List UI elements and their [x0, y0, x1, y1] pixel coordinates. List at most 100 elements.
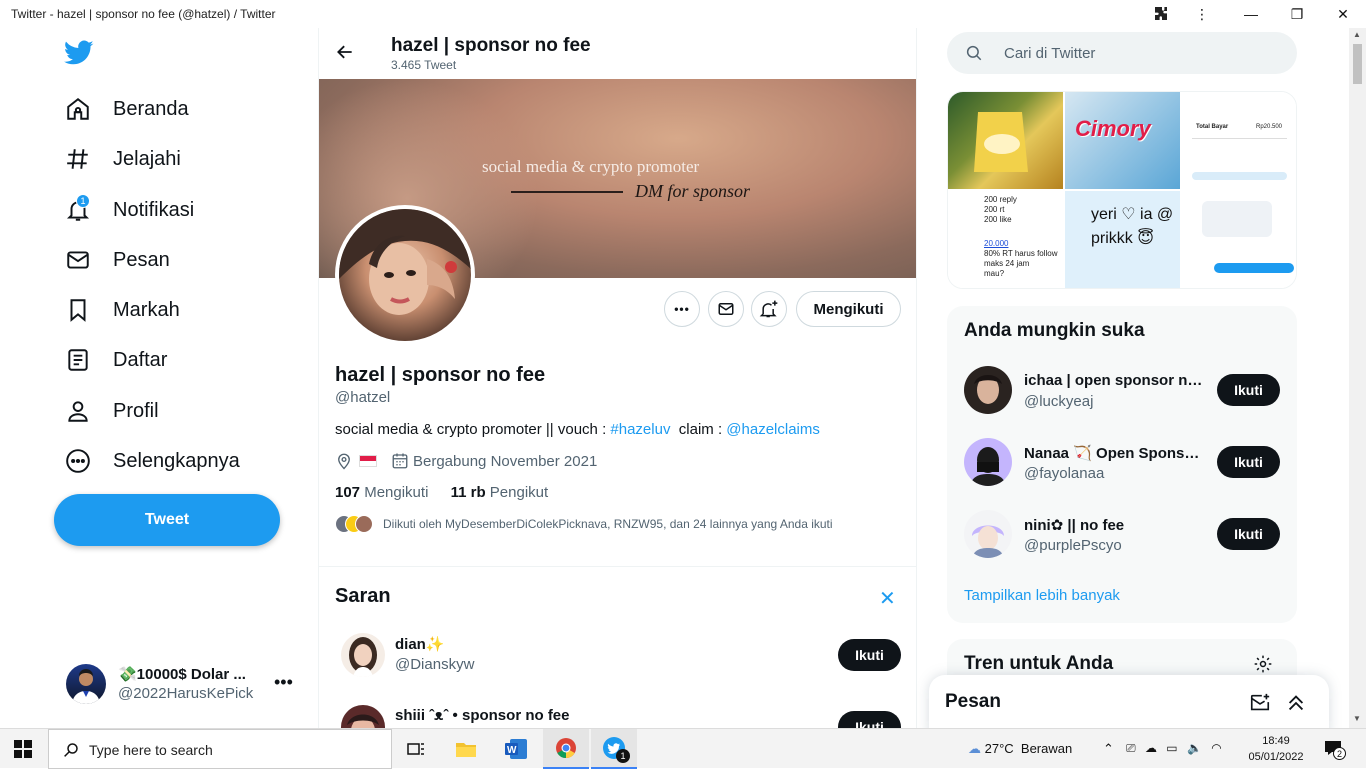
nav-item-beranda[interactable]: Beranda — [62, 87, 189, 131]
suggestion-item[interactable]: shiii ˆᴥˆ • sponsor no fee Ikuti — [335, 705, 905, 728]
system-tray-icons[interactable]: ⎚ ☁ ▭ 🔈 ◠ — [1126, 741, 1222, 756]
show-more-link[interactable]: Tampilkan lebih banyak — [964, 587, 1120, 604]
followers-label: Pengikut — [489, 484, 549, 501]
nav-item-markah[interactable]: Markah — [62, 288, 180, 332]
scroll-down-icon[interactable]: ▼ — [1353, 714, 1361, 723]
media-line — [1192, 138, 1287, 139]
person-icon — [62, 395, 94, 427]
tweet-button[interactable]: Tweet — [54, 494, 280, 546]
battery-icon[interactable]: ▭ — [1166, 741, 1177, 755]
notification-center-icon[interactable]: 2 — [1323, 738, 1346, 761]
media-thumbnail[interactable]: 200 reply 200 rt 200 like 20.000 80% RT … — [948, 191, 1063, 288]
following-button[interactable]: Mengikuti — [796, 291, 901, 327]
chevron-up-icon[interactable] — [1285, 692, 1307, 714]
restore-icon[interactable]: ❐ — [1285, 4, 1309, 24]
taskbar-search[interactable]: Type here to search — [48, 729, 392, 769]
notify-button[interactable] — [751, 291, 787, 327]
meet-now-icon[interactable]: ⎚ — [1126, 741, 1136, 755]
nav-item-jelajahi[interactable]: Jelajahi — [62, 137, 181, 181]
taskbar-search-input[interactable]: Type here to search — [89, 742, 213, 758]
page-scrollbar[interactable]: ▲ ▼ — [1349, 28, 1366, 728]
nav-item-daftar[interactable]: Daftar — [62, 338, 167, 382]
account-switcher[interactable]: 💸10000$ Dolar ... @2022HarusKePick ••• — [66, 664, 306, 704]
nav-item-notifikasi[interactable]: 1 Notifikasi — [62, 188, 194, 232]
media-thumbnail[interactable]: Cimory — [1065, 92, 1180, 189]
follow-button[interactable]: Ikuti — [1217, 374, 1280, 406]
nav-label: Notifikasi — [113, 198, 195, 221]
avatar-stack — [335, 515, 373, 533]
minimize-icon[interactable]: — — [1239, 4, 1263, 24]
more-options-button[interactable]: ••• — [664, 291, 700, 327]
search-input[interactable]: Cari di Twitter — [1004, 45, 1095, 62]
follow-button[interactable]: Ikuti — [838, 639, 901, 671]
browser-menu-icon[interactable]: ⋮ — [1190, 4, 1214, 24]
bio-hashtag-link[interactable]: #hazeluv — [610, 421, 670, 438]
messages-drawer[interactable]: Pesan — [929, 675, 1329, 735]
show-hidden-icons[interactable]: ⌃ — [1103, 741, 1114, 757]
location-icon — [338, 453, 350, 470]
volume-icon[interactable]: 🔈 — [1187, 741, 1202, 755]
extensions-icon[interactable] — [1149, 4, 1173, 24]
followers-link[interactable]: 11 rb Pengikut — [451, 484, 549, 501]
windows-start-icon[interactable] — [14, 740, 32, 758]
profile-bio: social media & crypto promoter || vouch … — [335, 421, 820, 438]
word-icon[interactable]: W — [493, 729, 539, 769]
search-icon — [966, 45, 982, 61]
avatar — [355, 515, 373, 533]
new-message-icon[interactable] — [1249, 692, 1271, 714]
file-explorer-icon[interactable] — [443, 729, 489, 769]
avatar — [964, 438, 1012, 486]
follow-button[interactable]: Ikuti — [1217, 446, 1280, 478]
section-divider — [319, 566, 916, 567]
scroll-up-icon[interactable]: ▲ — [1353, 30, 1361, 39]
message-button[interactable] — [708, 291, 744, 327]
close-icon[interactable]: ✕ — [879, 586, 896, 611]
clock[interactable]: 18:49 05/01/2022 — [1248, 733, 1304, 765]
trends-title: Tren untuk Anda — [964, 653, 1114, 674]
bio-mention-link[interactable]: @hazelclaims — [726, 421, 820, 438]
wifi-icon[interactable]: ◠ — [1211, 741, 1221, 755]
chrome-icon[interactable] — [543, 729, 589, 769]
media-thumbnail[interactable] — [948, 92, 1063, 189]
follow-stats: 107 Mengikuti 11 rb Pengikut — [335, 484, 548, 501]
nav-label: Markah — [113, 298, 180, 321]
follow-button[interactable]: Ikuti — [838, 711, 901, 728]
followed-by[interactable]: Diikuti oleh MyDesemberDiColekPicknava, … — [335, 515, 833, 533]
joined-date: Bergabung November 2021 — [413, 452, 598, 470]
messages-title: Pesan — [945, 691, 1001, 712]
close-icon[interactable]: ✕ — [1331, 4, 1355, 24]
media-thumbnail[interactable] — [1182, 191, 1296, 288]
gear-icon[interactable] — [1253, 654, 1273, 674]
media-caption: 80% RT harus follow maks 24 jam mau? — [984, 249, 1058, 278]
recommended-account[interactable]: ichaa | open sponsor no fee @luckyeaj Ik… — [964, 366, 1284, 414]
back-arrow-icon[interactable] — [335, 42, 357, 64]
clock-time: 18:49 — [1262, 735, 1290, 747]
nav-item-profil[interactable]: Profil — [62, 389, 159, 433]
onedrive-icon[interactable]: ☁ — [1145, 741, 1157, 755]
weather-widget[interactable]: ☁ 27°C Berawan — [968, 741, 1072, 757]
search-icon — [64, 743, 78, 757]
recommended-account[interactable]: Nanaa 🏹 Open Sponsor no fee @fayolanaa I… — [964, 438, 1284, 486]
follow-button[interactable]: Ikuti — [1217, 518, 1280, 550]
media-thumbnail[interactable]: yeri ♡ ia @ prikkk 😇 — [1065, 191, 1180, 288]
suggestion-name: dian✨ — [395, 636, 445, 653]
twitter-app-icon[interactable]: 1 — [591, 729, 637, 769]
search-box[interactable]: Cari di Twitter — [947, 32, 1297, 74]
task-view-icon[interactable] — [393, 729, 439, 769]
profile-avatar[interactable] — [335, 205, 475, 345]
profile-name: hazel | sponsor no fee — [335, 364, 546, 386]
account-handle: @fayolanaa — [1024, 465, 1105, 482]
media-thumbnail[interactable]: Total Bayar Rp20.500 — [1182, 92, 1296, 189]
envelope-icon — [62, 244, 94, 276]
suggestion-item[interactable]: dian✨ @Dianskyw Ikuti — [335, 633, 905, 689]
window-titlebar: Twitter - hazel | sponsor no fee (@hatze… — [0, 0, 1366, 28]
avatar-image — [339, 209, 471, 341]
scrollbar-thumb[interactable] — [1353, 44, 1362, 84]
nav-item-selengkapnya[interactable]: Selengkapnya — [62, 439, 240, 483]
twitter-logo-icon[interactable] — [64, 40, 96, 68]
more-dots-icon[interactable]: ••• — [274, 672, 293, 693]
media-caption: Cimory — [1075, 116, 1151, 141]
nav-item-pesan[interactable]: Pesan — [62, 238, 170, 282]
following-link[interactable]: 107 Mengikuti — [335, 484, 428, 501]
recommended-account[interactable]: nini✿ || no fee @purplePscyo Ikuti — [964, 510, 1284, 558]
